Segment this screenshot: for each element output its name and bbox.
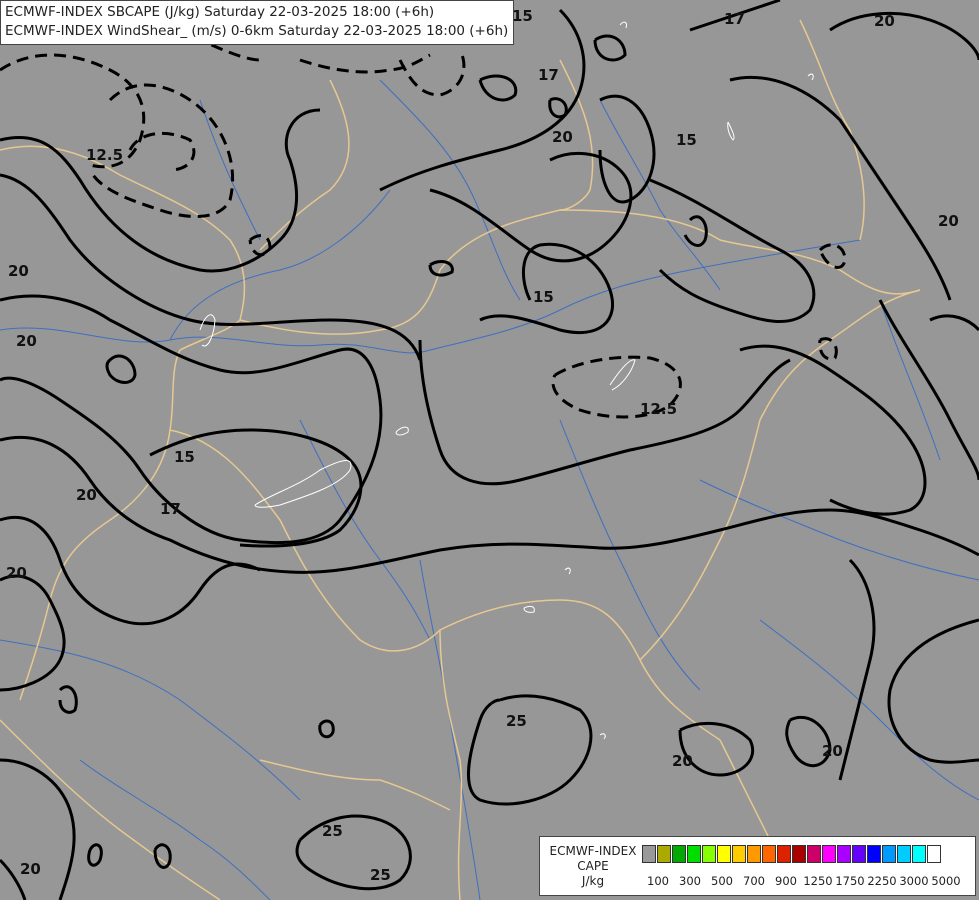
- legend-tick-label: 300: [679, 874, 701, 888]
- legend-tick-label: 1250: [803, 874, 833, 888]
- contour-label: 25: [506, 712, 527, 730]
- legend-swatch: [912, 845, 926, 863]
- legend-swatch: [672, 845, 686, 863]
- map-title-line-1: ECMWF-INDEX SBCAPE (J/kg) Saturday 22-03…: [5, 4, 435, 20]
- legend-swatch: [852, 845, 866, 863]
- contour-label: 17: [160, 500, 181, 518]
- legend-color-scale: [642, 845, 942, 863]
- country-borders: [0, 19, 921, 900]
- contour-label: 17: [724, 10, 745, 28]
- legend-swatch: [732, 845, 746, 863]
- legend-swatch: [897, 845, 911, 863]
- legend-title-line-1: ECMWF-INDEX: [549, 844, 637, 858]
- legend-swatch: [927, 845, 941, 863]
- contour-label: 15: [676, 131, 697, 149]
- cape-contours: [199, 21, 814, 740]
- map-title-box: ECMWF-INDEX SBCAPE (J/kg) Saturday 22-03…: [0, 0, 515, 45]
- legend-swatch: [717, 845, 731, 863]
- legend-swatch: [792, 845, 806, 863]
- legend-swatch: [762, 845, 776, 863]
- legend-tick-label: 500: [711, 874, 733, 888]
- legend-tick-label: 900: [775, 874, 797, 888]
- contour-label: 20: [552, 128, 573, 146]
- cape-legend: ECMWF-INDEX CAPE J/kg 100 300 500 700 900 125…: [539, 836, 976, 896]
- contour-label: 20: [6, 564, 27, 582]
- contour-label: 17: [538, 66, 559, 84]
- legend-swatch: [777, 845, 791, 863]
- weather-map: 15 17 20 12.5 17 20 15 20 20 20 15 12.5 …: [0, 0, 979, 900]
- legend-swatch: [867, 845, 881, 863]
- legend-tick-label: 100: [647, 874, 669, 888]
- legend-swatch: [882, 845, 896, 863]
- contour-label: 15: [512, 7, 533, 25]
- contour-label: 20: [20, 860, 41, 878]
- contour-label: 20: [8, 262, 29, 280]
- map-title-line-2: ECMWF-INDEX WindShear_ (m/s) 0-6km Satur…: [5, 23, 509, 39]
- legend-tick-label: 700: [743, 874, 765, 888]
- legend-swatch: [687, 845, 701, 863]
- contour-labels: 15 17 20 12.5 17 20 15 20 20 20 15 12.5 …: [6, 7, 959, 886]
- contour-label: 20: [16, 332, 37, 350]
- legend-swatch: [822, 845, 836, 863]
- contour-label: 20: [672, 752, 693, 770]
- legend-title: ECMWF-INDEX CAPE J/kg: [544, 844, 642, 889]
- legend-swatch: [837, 845, 851, 863]
- legend-tick-labels: 100 300 500 700 900 1250 1750 2250 3000 5000: [638, 874, 968, 890]
- contour-label: 12.5: [86, 146, 123, 164]
- legend-swatch: [657, 845, 671, 863]
- river-lines: [0, 79, 979, 900]
- contour-label: 20: [938, 212, 959, 230]
- legend-title-line-2: CAPE: [577, 859, 609, 873]
- legend-swatch: [747, 845, 761, 863]
- contour-label: 15: [174, 448, 195, 466]
- legend-tick-label: 2250: [867, 874, 897, 888]
- legend-title-line-3: J/kg: [581, 874, 605, 888]
- contour-label: 25: [370, 866, 391, 884]
- legend-tick-label: 3000: [899, 874, 929, 888]
- legend-swatch: [807, 845, 821, 863]
- contour-label: 15: [533, 288, 554, 306]
- contour-label: 20: [822, 742, 843, 760]
- legend-tick-label: 5000: [931, 874, 961, 888]
- contour-label: 20: [874, 12, 895, 30]
- contour-label: 12.5: [640, 400, 677, 418]
- contour-label: 25: [322, 822, 343, 840]
- legend-tick-label: 1750: [835, 874, 865, 888]
- contour-label: 20: [76, 486, 97, 504]
- legend-swatch: [702, 845, 716, 863]
- legend-swatch: [642, 845, 656, 863]
